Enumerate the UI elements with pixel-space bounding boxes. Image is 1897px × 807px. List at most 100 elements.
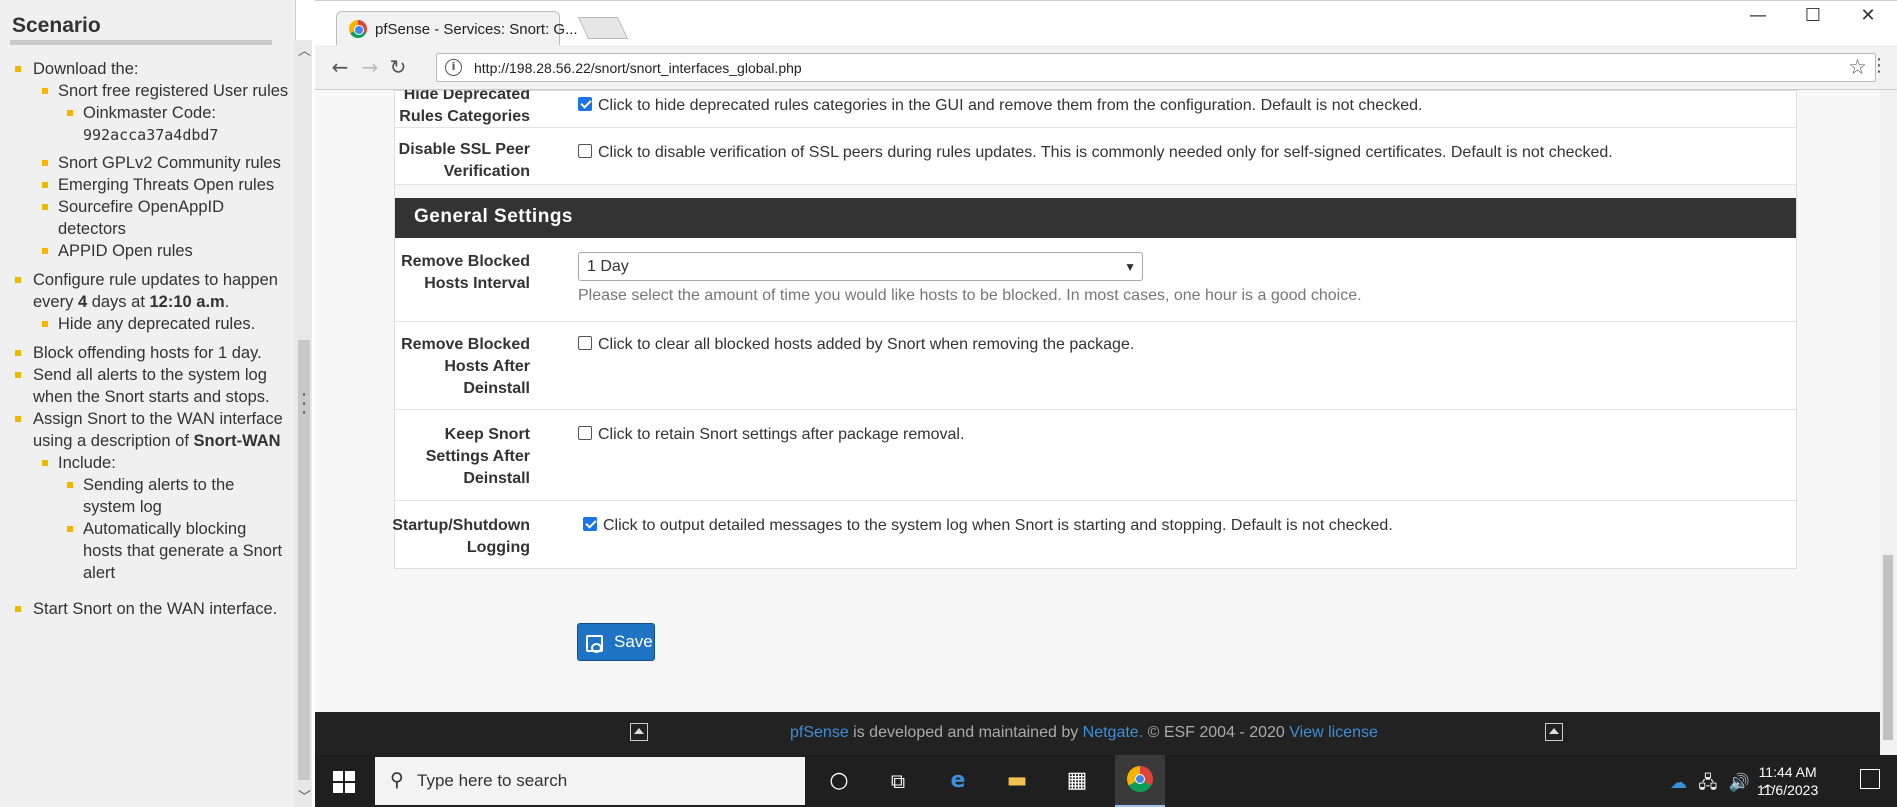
page-viewport: Hide Deprecated Rules Categories Click t… (315, 90, 1880, 755)
remove-blocked-deinstall-text: Click to clear all blocked hosts added b… (598, 336, 1135, 353)
remove-blocked-deinstall-checkbox[interactable] (578, 336, 592, 350)
hide-deprecated-row: Hide Deprecated Rules Categories Click t… (395, 90, 1796, 128)
chrome-taskbar-icon[interactable] (1115, 755, 1165, 807)
startup-logging-label: Startup/Shutdown Logging (392, 517, 530, 556)
url-text[interactable]: http://198.28.56.22/snort/snort_interfac… (474, 60, 802, 76)
forward-arrow-icon[interactable]: → (357, 55, 383, 79)
keep-settings-row: Keep Snort Settings After Deinstall Clic… (395, 410, 1796, 501)
disable-ssl-row: Disable SSL Peer Verification Click to d… (395, 128, 1796, 185)
taskbar-clock[interactable]: 11:44 AM 11/6/2023 (1757, 763, 1818, 799)
notification-icon[interactable] (1860, 769, 1880, 789)
netgate-link[interactable]: Netgate. (1083, 724, 1143, 741)
save-label: Save (614, 632, 653, 651)
list-item: Send all alerts to the system log when t… (0, 364, 290, 408)
remove-blocked-interval-select[interactable]: 1 Day ▼ (578, 252, 1143, 281)
list-item: Block offending hosts for 1 day. (0, 342, 290, 364)
remove-blocked-deinstall-row: Remove Blocked Hosts After Deinstall Cli… (395, 322, 1796, 410)
hide-deprecated-checkbox[interactable] (578, 97, 592, 111)
browser-toolbar: ← → ↻ i http://198.28.56.22/snort/snort_… (315, 45, 1897, 90)
network-icon[interactable]: 🖧 (1698, 773, 1717, 793)
scenario-content: Download the: Snort free registered User… (0, 58, 290, 627)
new-tab-button[interactable] (577, 17, 629, 39)
keep-settings-text: Click to retain Snort settings after pac… (598, 426, 965, 443)
select-value: 1 Day (587, 258, 629, 275)
scroll-down-icon[interactable]: ﹀ (298, 786, 311, 805)
search-placeholder: Type here to search (417, 771, 568, 790)
browser-tab[interactable]: pfSense - Services: Snort: G... (336, 11, 578, 45)
list-item: Sourcefire OpenAppID detectors (33, 196, 290, 240)
tab-bar: pfSense - Services: Snort: G... — ☐ ✕ (315, 0, 1897, 45)
maximize-button[interactable]: ☐ (1798, 5, 1828, 26)
settings-panel: Hide Deprecated Rules Categories Click t… (392, 90, 1797, 569)
store-icon[interactable]: ▦ (1061, 765, 1093, 797)
disable-ssl-checkbox[interactable] (578, 144, 592, 158)
remove-blocked-interval-field: 1 Day ▼ Please select the amount of time… (578, 252, 1362, 307)
file-explorer-icon[interactable]: ▬ (1001, 765, 1033, 797)
list-item: APPID Open rules (33, 240, 290, 262)
pfsense-link[interactable]: pfSense (790, 724, 849, 741)
save-button[interactable]: Save (577, 623, 655, 661)
disable-ssl-field: Click to disable verification of SSL pee… (578, 142, 1613, 164)
list-item: Snort free registered User rules Oinkmas… (33, 80, 290, 146)
page-scroll-thumb[interactable] (1883, 555, 1893, 740)
search-icon: ⚲ (390, 769, 404, 791)
remove-blocked-interval-row: Remove Blocked Hosts Interval 1 Day ▼ Pl… (395, 238, 1796, 322)
info-icon[interactable]: i (445, 59, 462, 76)
page-footer: pfSense is developed and maintained by N… (315, 712, 1880, 755)
chrome-favicon-icon (349, 20, 367, 38)
view-license-link[interactable]: View license (1289, 724, 1378, 741)
minimize-button[interactable]: — (1743, 5, 1773, 26)
address-bar[interactable]: i http://198.28.56.22/snort/snort_interf… (436, 53, 1876, 82)
list-item: Start Snort on the WAN interface. (0, 598, 290, 620)
keep-settings-label: Keep Snort Settings After Deinstall (425, 426, 530, 487)
list-item: Include: Sending alerts to the system lo… (33, 452, 290, 584)
oinkmaster-code: 992acca37a4dbd7 (83, 126, 219, 144)
list-item: Snort GPLv2 Community rules (33, 152, 290, 174)
close-button[interactable]: ✕ (1853, 5, 1883, 26)
list-item: Oinkmaster Code: 992acca37a4dbd7 (58, 102, 290, 146)
startup-logging-checkbox[interactable] (583, 517, 597, 531)
tab-title: pfSense - Services: Snort: G... (375, 21, 578, 38)
startup-logging-text: Click to output detailed messages to the… (603, 517, 1393, 534)
windows-start-icon[interactable] (333, 771, 355, 793)
onedrive-icon[interactable]: ☁ (1670, 773, 1687, 793)
general-settings-header: General Settings (395, 198, 1796, 238)
hide-deprecated-text: Click to hide deprecated rules categorie… (598, 97, 1423, 114)
chevron-down-icon: ▼ (1124, 260, 1136, 274)
clock-date: 11/6/2023 (1757, 782, 1819, 798)
browser-window: pfSense - Services: Snort: G... — ☐ ✕ ← … (315, 0, 1897, 755)
windows-taskbar: ⚲ Type here to search ○ ⧉ e ▬ ▦ ☁ 🖧 🔊 ︿ … (315, 755, 1897, 807)
scroll-top-icon[interactable] (1545, 723, 1563, 741)
save-disk-icon (586, 635, 603, 653)
scenario-panel: Scenario Download the: Snort free regist… (0, 0, 296, 807)
footer-text: pfSense is developed and maintained by N… (790, 724, 1378, 741)
panel-resize-grip-icon[interactable]: · · · (301, 387, 307, 421)
cortana-icon[interactable]: ○ (823, 765, 855, 797)
disable-ssl-label: Disable SSL Peer Verification (398, 141, 530, 180)
scroll-top-icon[interactable] (630, 723, 648, 741)
edge-icon[interactable]: e (942, 765, 974, 797)
bookmark-star-icon[interactable]: ☆ (1848, 55, 1867, 79)
hide-deprecated-field: Click to hide deprecated rules categorie… (578, 95, 1422, 117)
browser-menu-icon[interactable]: ⋮ (1870, 55, 1888, 76)
disable-ssl-text: Click to disable verification of SSL pee… (598, 144, 1613, 161)
task-view-icon[interactable]: ⧉ (882, 765, 914, 797)
keep-settings-checkbox[interactable] (578, 426, 592, 440)
reload-icon[interactable]: ↻ (385, 55, 411, 79)
clock-time: 11:44 AM (1758, 764, 1817, 780)
list-item: Download the: Snort free registered User… (0, 58, 290, 262)
back-arrow-icon[interactable]: ← (327, 55, 353, 79)
section-gap (395, 185, 1796, 198)
scroll-up-icon[interactable]: ︿ (298, 40, 311, 59)
startup-logging-field: Click to output detailed messages to the… (583, 515, 1393, 537)
taskbar-search[interactable]: ⚲ Type here to search (375, 757, 805, 805)
remove-blocked-interval-help: Please select the amount of time you wou… (578, 287, 1362, 304)
list-item: Sending alerts to the system log (58, 474, 290, 518)
remove-blocked-interval-label: Remove Blocked Hosts Interval (401, 253, 530, 292)
hide-deprecated-label: Hide Deprecated Rules Categories (399, 90, 530, 125)
keep-settings-field: Click to retain Snort settings after pac… (578, 424, 964, 446)
startup-logging-row: Startup/Shutdown Logging Click to output… (392, 501, 1796, 568)
volume-icon[interactable]: 🔊 (1729, 773, 1750, 793)
list-item: Configure rule updates to happen every 4… (0, 269, 290, 335)
remove-blocked-deinstall-label: Remove Blocked Hosts After Deinstall (401, 336, 530, 397)
